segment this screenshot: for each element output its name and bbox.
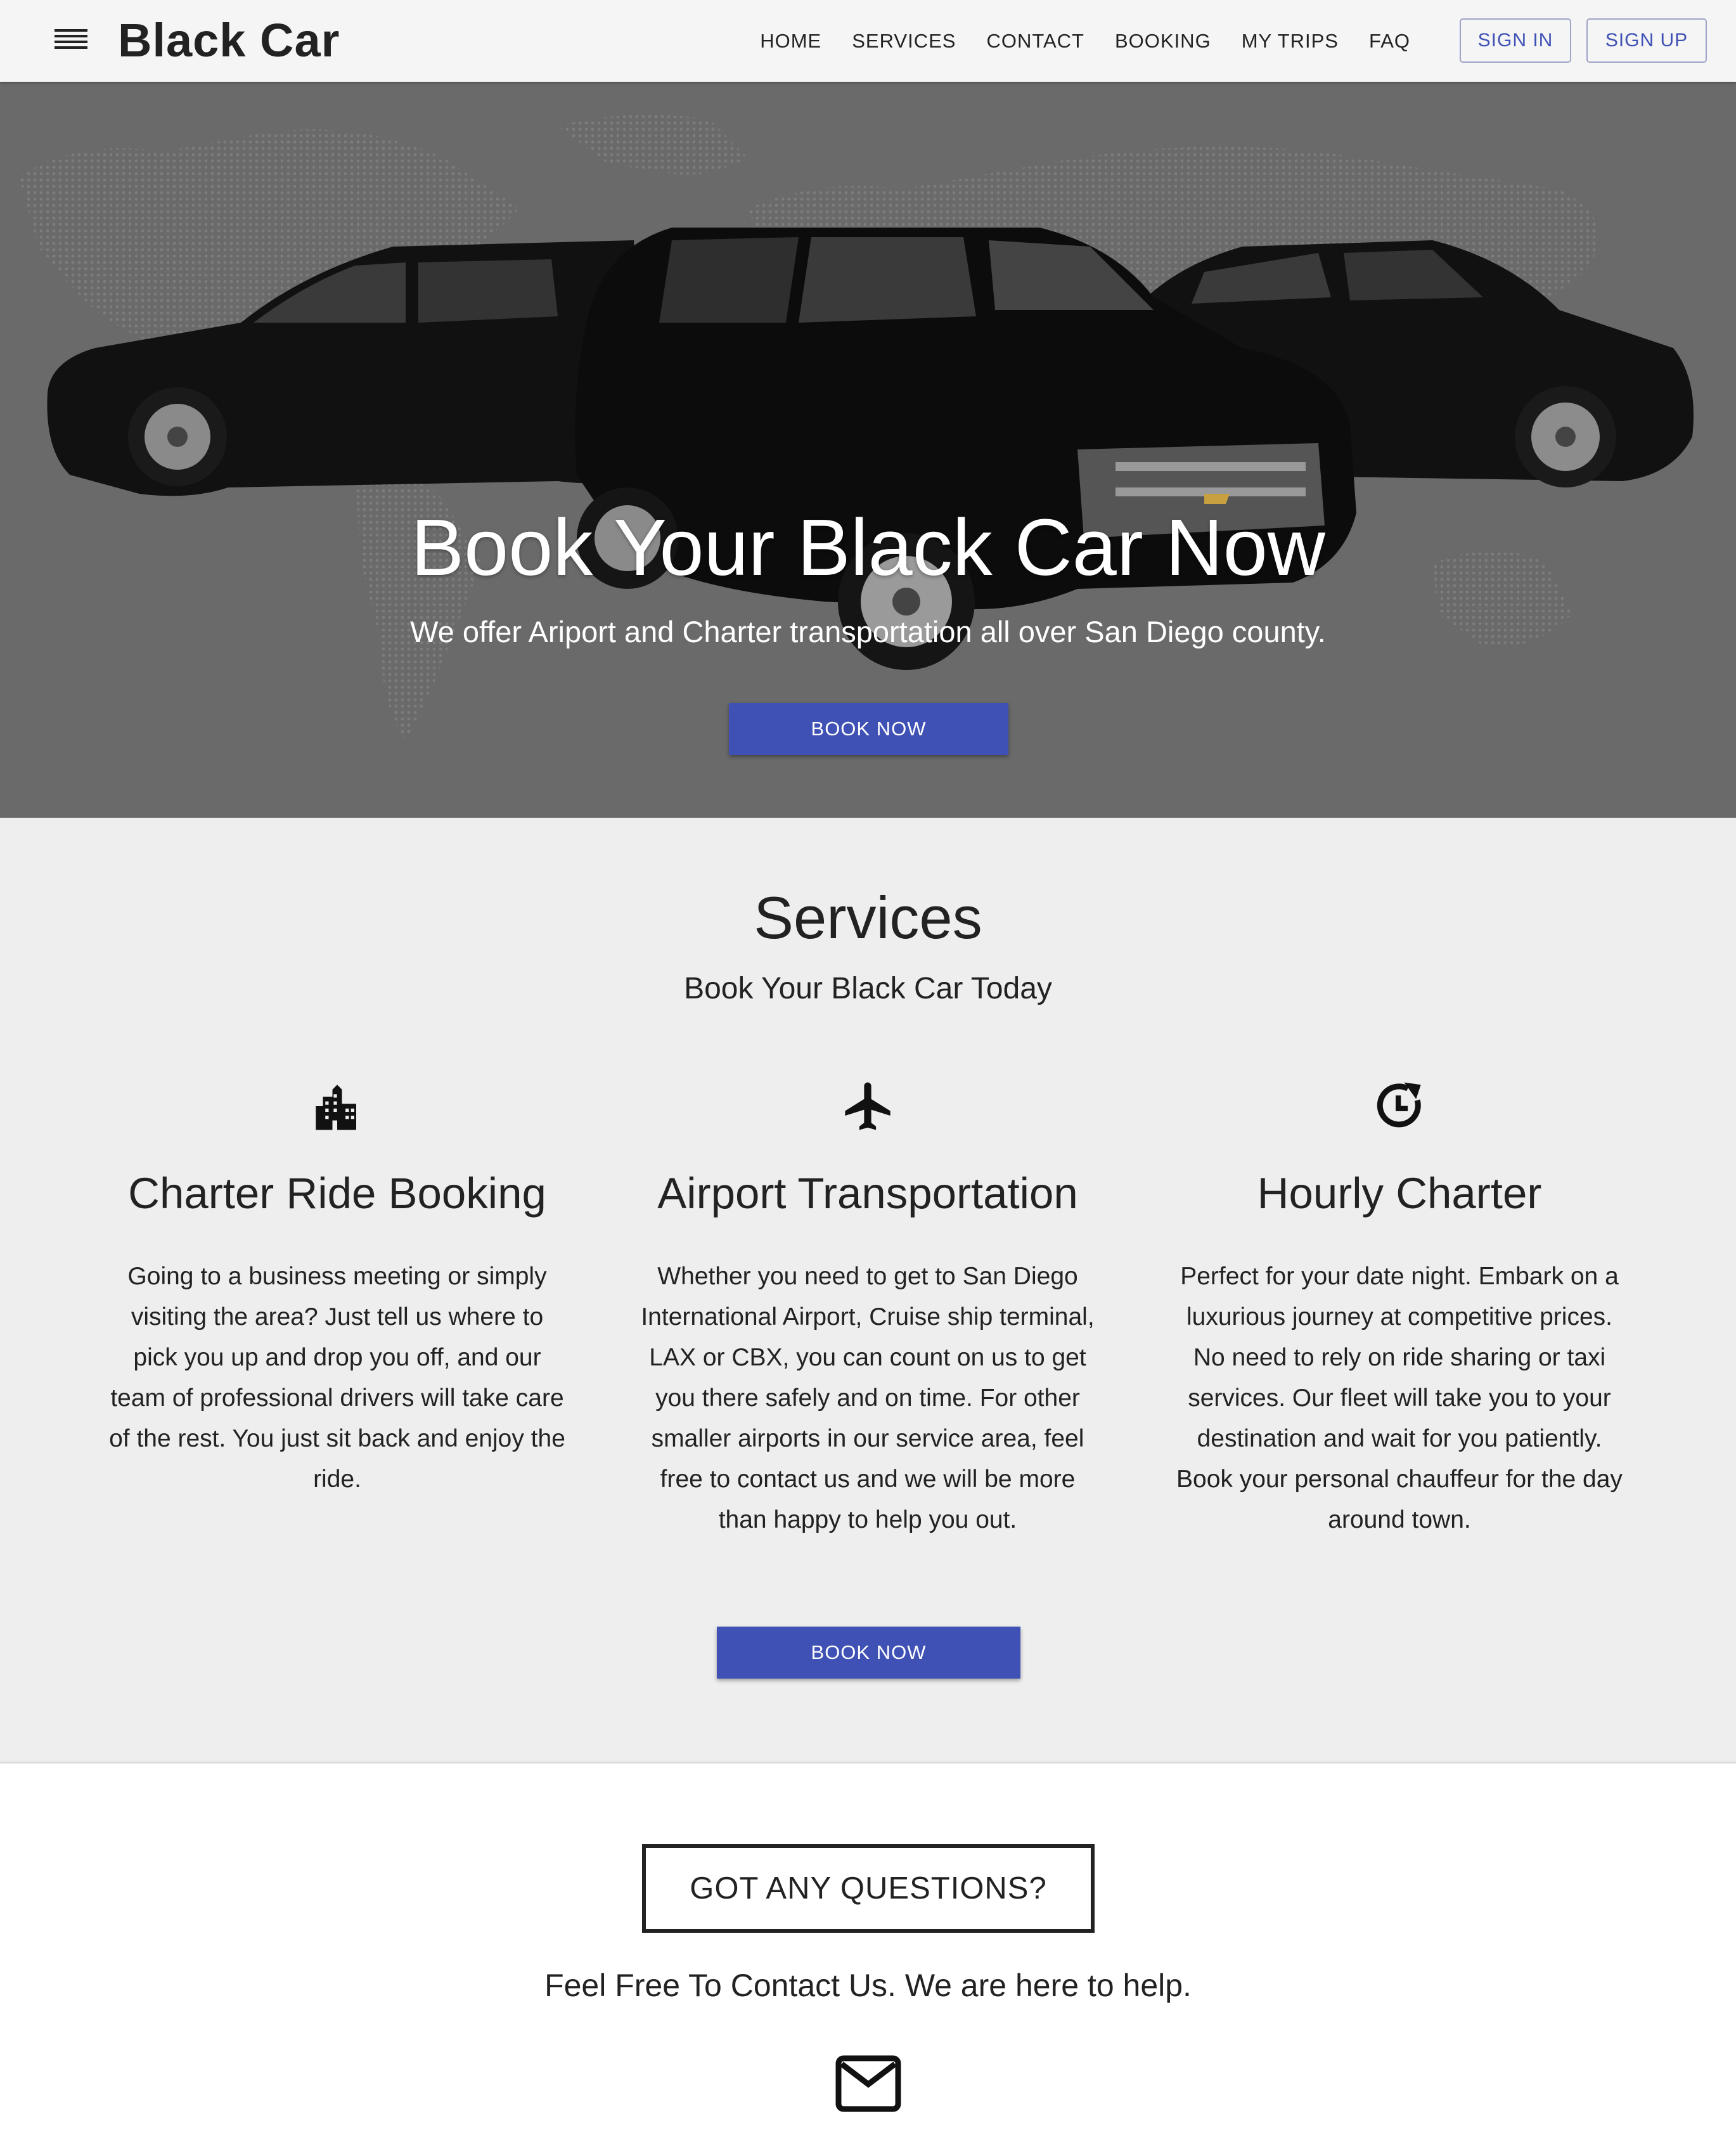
service-card-airport: Airport Transportation Whether you need … [633, 1078, 1102, 1540]
service-title-charter: Charter Ride Booking [128, 1169, 546, 1218]
hero-title: Book Your Black Car Now [411, 503, 1325, 592]
nav-home[interactable]: HOME [760, 30, 821, 53]
nav-services[interactable]: SERVICES [852, 30, 956, 53]
nav-contact[interactable]: CONTACT [986, 30, 1084, 53]
clock-refresh-icon [1377, 1082, 1421, 1128]
building-icon [316, 1085, 356, 1130]
contact-subtitle: Feel Free To Contact Us. We are here to … [544, 1968, 1192, 2003]
nav-faq[interactable]: FAQ [1369, 30, 1410, 53]
airplane-icon [845, 1082, 891, 1130]
top-navbar: Black Car HOME SERVICES CONTACT BOOKING … [0, 0, 1736, 82]
service-text-hourly: Perfect for your date night. Embark on a… [1176, 1263, 1623, 1533]
services-subtitle: Book Your Black Car Today [684, 972, 1052, 1005]
hamburger-menu-icon[interactable] [55, 29, 87, 52]
brand-logo[interactable]: Black Car [118, 10, 340, 71]
contact-section: GOT ANY QUESTIONS? Feel Free To Contact … [0, 1764, 1736, 2135]
service-text-charter: Going to a business meeting or simply vi… [109, 1263, 565, 1493]
nav-booking[interactable]: BOOKING [1115, 30, 1211, 53]
hero-subtitle: We offer Ariport and Charter transportat… [410, 615, 1326, 648]
service-title-hourly: Hourly Charter [1257, 1169, 1542, 1218]
service-text-airport: Whether you need to get to San Diego Int… [641, 1263, 1095, 1533]
nav-my-trips[interactable]: MY TRIPS [1242, 30, 1339, 53]
service-card-hourly: Hourly Charter Perfect for your date nig… [1165, 1078, 1634, 1540]
mail-icon[interactable] [835, 2055, 901, 2112]
sign-in-button[interactable]: SIGN IN [1460, 18, 1571, 63]
hero-book-now-button[interactable]: BOOK NOW [729, 703, 1008, 755]
hero-banner: Book Your Black Car Now We offer Ariport… [0, 82, 1736, 818]
services-title: Services [754, 884, 982, 951]
services-book-now-button[interactable]: BOOK NOW [717, 1627, 1020, 1679]
questions-heading: GOT ANY QUESTIONS? [642, 1844, 1095, 1933]
sign-up-button[interactable]: SIGN UP [1586, 18, 1707, 63]
nav-links: HOME SERVICES CONTACT BOOKING MY TRIPS F… [730, 0, 1410, 82]
service-title-airport: Airport Transportation [657, 1169, 1078, 1218]
services-section: Services Book Your Black Car Today Chart… [0, 818, 1736, 1764]
service-card-charter: Charter Ride Booking Going to a business… [103, 1078, 572, 1500]
left-sedan-image [47, 240, 646, 496]
